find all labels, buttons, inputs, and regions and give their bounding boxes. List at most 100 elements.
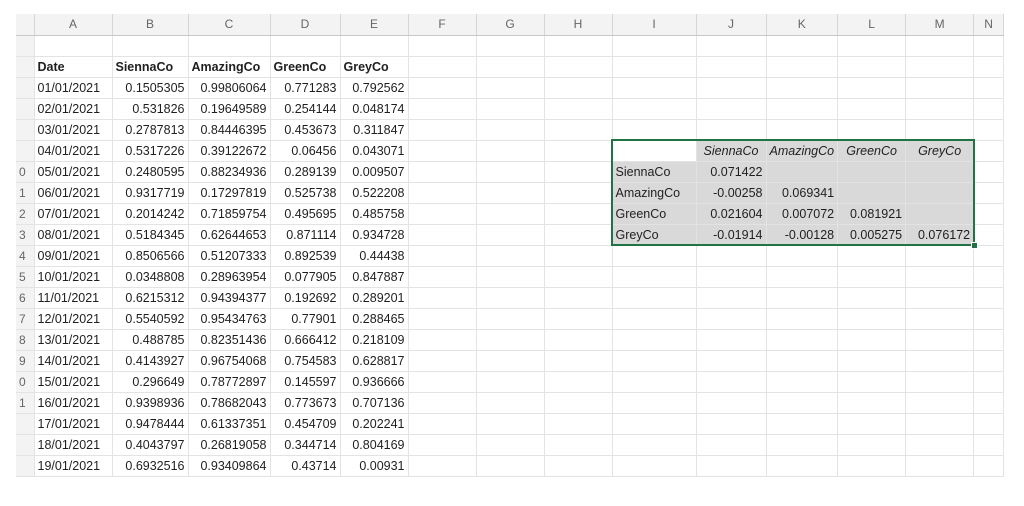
cell[interactable]: 0.847887 — [340, 266, 409, 288]
cell[interactable] — [408, 413, 477, 435]
cell[interactable] — [837, 434, 907, 456]
correlation-value-cell[interactable] — [766, 161, 839, 183]
cell[interactable] — [476, 182, 545, 204]
cell[interactable] — [476, 98, 545, 120]
cell[interactable]: 0.754583 — [270, 350, 341, 372]
cell[interactable] — [905, 77, 975, 99]
correlation-header-cell[interactable]: AmazingCo — [766, 140, 839, 162]
cell[interactable] — [612, 245, 697, 267]
row-header[interactable]: 9 — [16, 350, 35, 372]
cell[interactable] — [544, 350, 613, 372]
cell[interactable]: 0.485758 — [340, 203, 409, 225]
cell[interactable] — [612, 287, 697, 309]
cell[interactable]: 0.2787813 — [112, 119, 189, 141]
cell[interactable] — [544, 392, 613, 414]
cell[interactable] — [766, 350, 839, 372]
cell[interactable]: 0.71859754 — [188, 203, 271, 225]
row-header[interactable]: 3 — [16, 224, 35, 246]
cell[interactable] — [696, 434, 767, 456]
cell[interactable] — [696, 392, 767, 414]
cell[interactable] — [837, 308, 907, 330]
cell[interactable]: 0.43714 — [270, 455, 341, 477]
cell[interactable] — [544, 245, 613, 267]
correlation-value-cell[interactable]: -0.00258 — [696, 182, 767, 204]
row-header[interactable] — [16, 434, 35, 456]
cell[interactable] — [544, 161, 613, 183]
cell[interactable] — [408, 182, 477, 204]
cell[interactable]: 0.00931 — [340, 455, 409, 477]
column-header[interactable]: K — [766, 14, 839, 36]
date-cell[interactable]: 02/01/2021 — [34, 98, 113, 120]
correlation-row-label[interactable]: SiennaCo — [612, 161, 697, 183]
cell[interactable] — [973, 35, 1005, 57]
cell[interactable]: 0.5184345 — [112, 224, 189, 246]
column-header[interactable]: F — [408, 14, 477, 36]
cell[interactable]: 0.9478444 — [112, 413, 189, 435]
cell[interactable] — [476, 413, 545, 435]
cell[interactable] — [408, 371, 477, 393]
row-header[interactable]: 1 — [16, 182, 35, 204]
row-header[interactable]: 2 — [16, 203, 35, 225]
row-header[interactable] — [16, 35, 35, 57]
cell[interactable]: 0.77901 — [270, 308, 341, 330]
column-title-cell[interactable]: SiennaCo — [112, 56, 189, 78]
cell[interactable] — [476, 35, 545, 57]
cell[interactable]: 0.666412 — [270, 329, 341, 351]
cell[interactable]: 0.82351436 — [188, 329, 271, 351]
cell[interactable] — [544, 413, 613, 435]
cell[interactable] — [766, 371, 839, 393]
cell[interactable]: 0.2014242 — [112, 203, 189, 225]
correlation-row-label[interactable]: AmazingCo — [612, 182, 697, 204]
cell[interactable] — [476, 287, 545, 309]
cell[interactable] — [905, 434, 975, 456]
cell[interactable]: 0.289201 — [340, 287, 409, 309]
cell[interactable] — [696, 308, 767, 330]
cell[interactable]: 0.043071 — [340, 140, 409, 162]
cell[interactable] — [837, 56, 907, 78]
cell[interactable] — [408, 77, 477, 99]
column-title-cell[interactable]: AmazingCo — [188, 56, 271, 78]
row-header[interactable] — [16, 56, 35, 78]
cell[interactable]: 0.84446395 — [188, 119, 271, 141]
cell[interactable]: 0.19649589 — [188, 98, 271, 120]
column-title-cell[interactable]: Date — [34, 56, 113, 78]
cell[interactable] — [544, 455, 613, 477]
fill-handle[interactable] — [971, 242, 978, 249]
cell[interactable] — [696, 413, 767, 435]
cell[interactable]: 0.93409864 — [188, 455, 271, 477]
cell[interactable] — [905, 308, 975, 330]
date-cell[interactable]: 11/01/2021 — [34, 287, 113, 309]
correlation-row-label[interactable]: GreenCo — [612, 203, 697, 225]
cell[interactable] — [340, 35, 409, 57]
cell[interactable] — [612, 350, 697, 372]
cell[interactable] — [766, 329, 839, 351]
column-header[interactable]: J — [696, 14, 767, 36]
cell[interactable] — [476, 119, 545, 141]
correlation-value-cell[interactable]: 0.069341 — [766, 182, 839, 204]
row-header[interactable]: 5 — [16, 266, 35, 288]
cell[interactable] — [905, 350, 975, 372]
cell[interactable]: 0.28963954 — [188, 266, 271, 288]
cell[interactable]: 0.51207333 — [188, 245, 271, 267]
date-cell[interactable]: 14/01/2021 — [34, 350, 113, 372]
cell[interactable]: 0.531826 — [112, 98, 189, 120]
row-header[interactable] — [16, 413, 35, 435]
cell[interactable] — [612, 434, 697, 456]
correlation-value-cell[interactable] — [837, 161, 907, 183]
row-header[interactable]: 0 — [16, 161, 35, 183]
correlation-value-cell[interactable]: -0.01914 — [696, 224, 767, 246]
cell[interactable] — [544, 266, 613, 288]
cell[interactable] — [408, 245, 477, 267]
cell[interactable] — [408, 140, 477, 162]
date-cell[interactable]: 16/01/2021 — [34, 392, 113, 414]
row-header[interactable]: 4 — [16, 245, 35, 267]
cell[interactable] — [973, 287, 1005, 309]
cell[interactable]: 0.5317226 — [112, 140, 189, 162]
cell[interactable] — [612, 392, 697, 414]
column-header[interactable]: D — [270, 14, 341, 36]
cell[interactable] — [270, 35, 341, 57]
cell[interactable] — [544, 35, 613, 57]
cell[interactable] — [476, 434, 545, 456]
cell[interactable] — [905, 287, 975, 309]
cell[interactable] — [188, 35, 271, 57]
